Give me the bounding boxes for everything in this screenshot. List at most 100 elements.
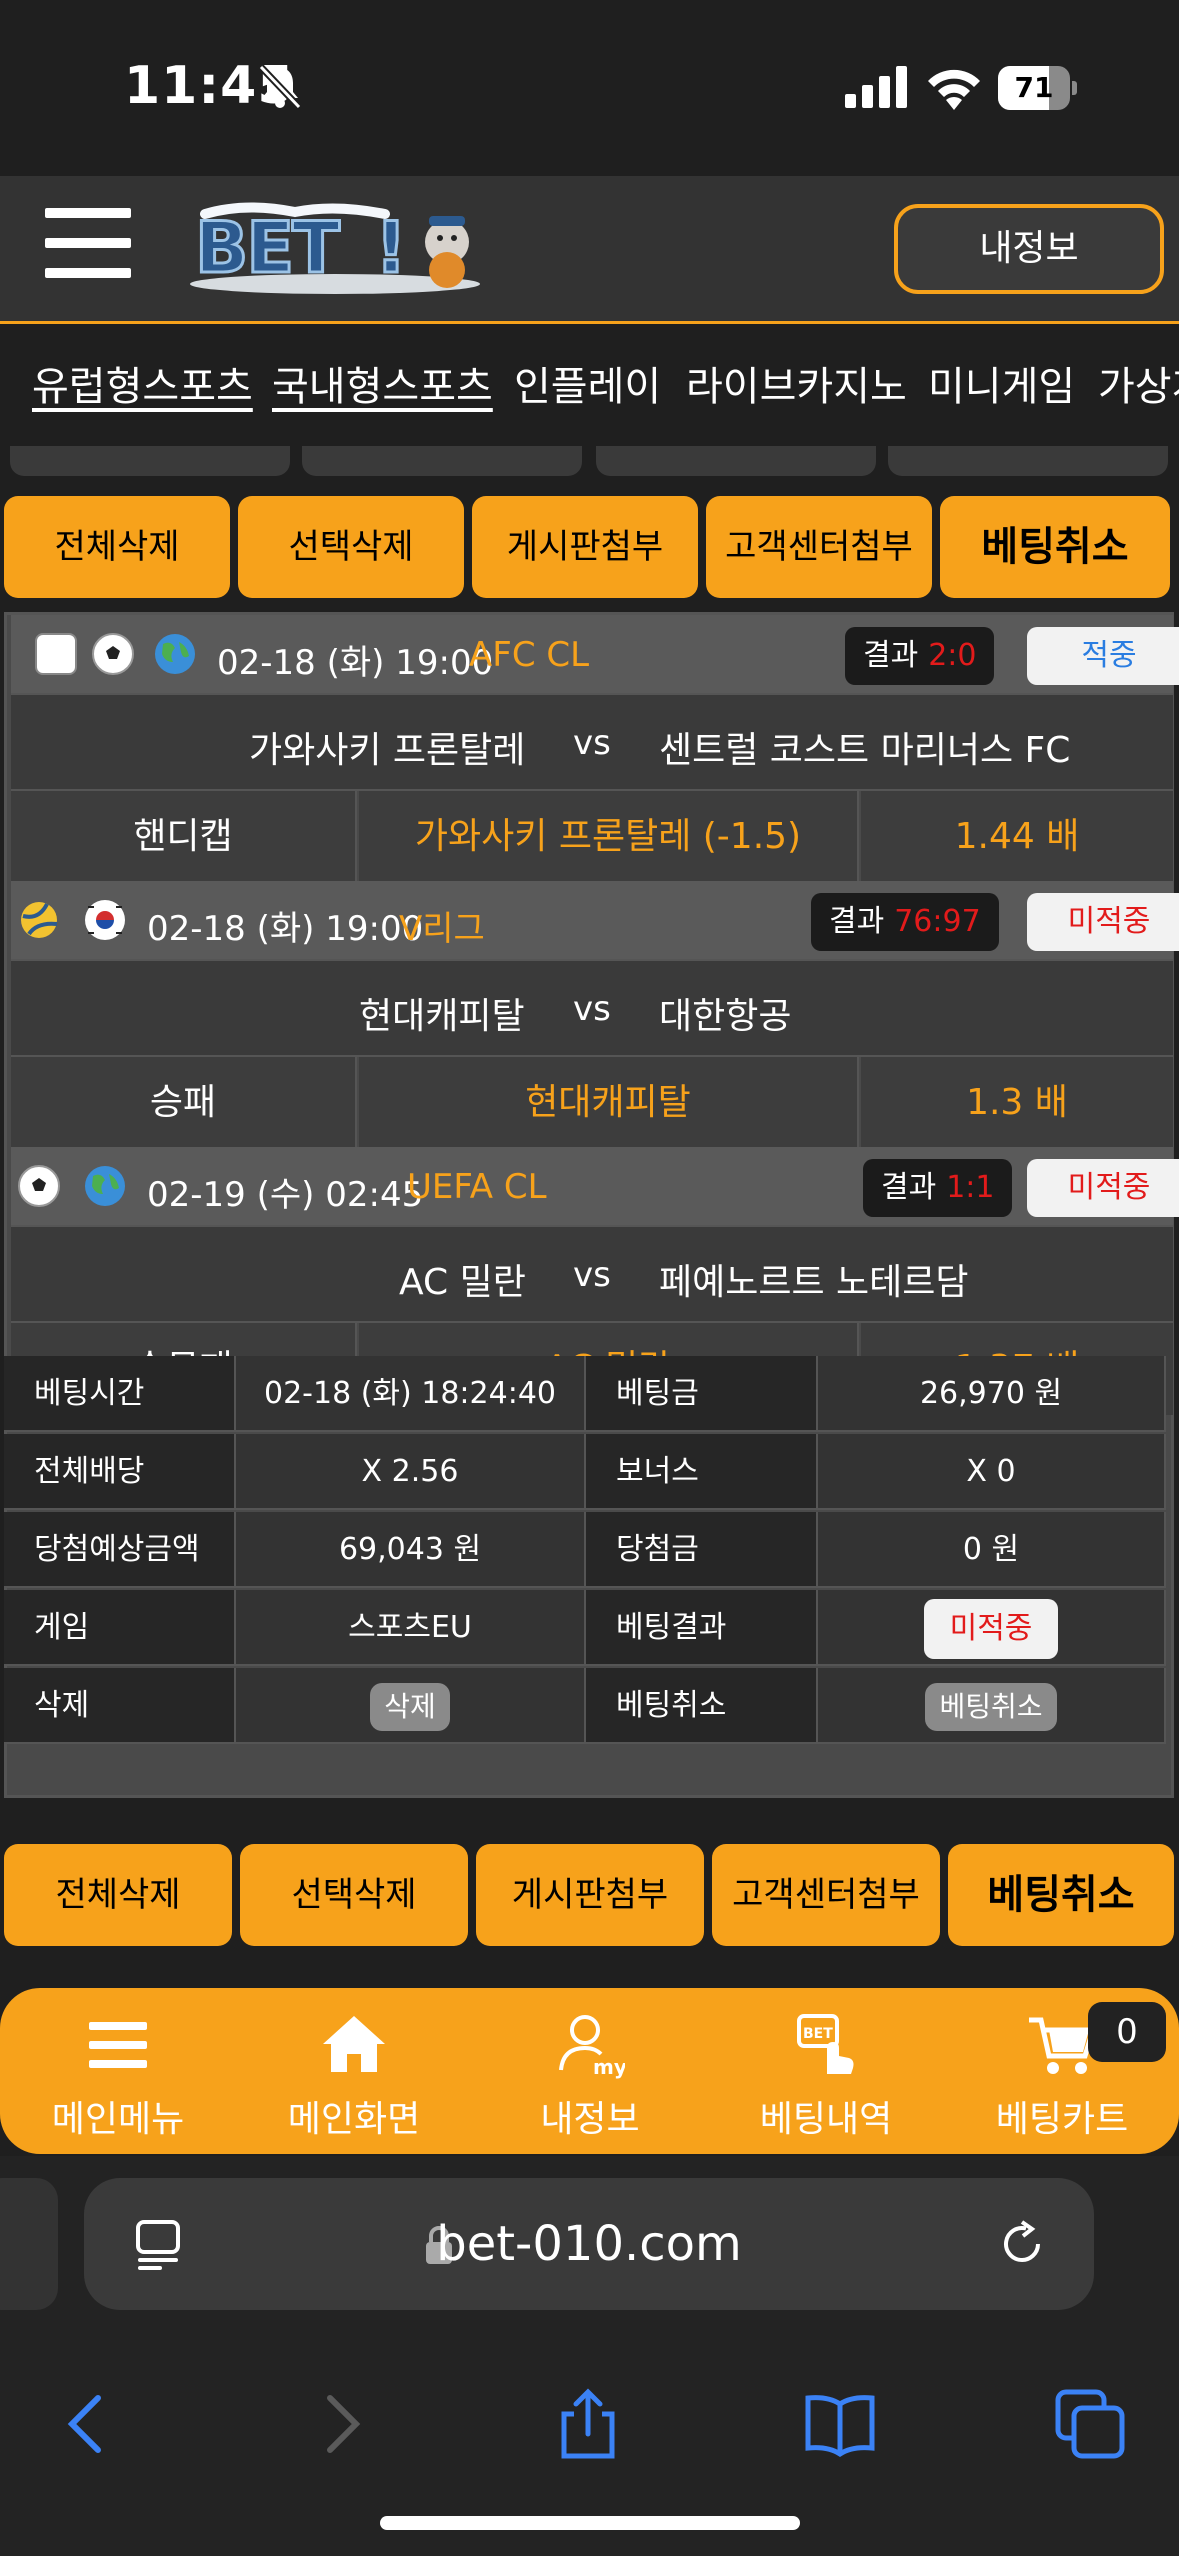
- bottom-nav-home[interactable]: 메인화면: [236, 1988, 472, 2154]
- url-text: bet-010.com: [436, 2216, 742, 2272]
- bet-pick: 가와사키 프론탈레 (-1.5): [359, 791, 859, 883]
- match-score: 1:1: [946, 1170, 995, 1205]
- attach-board-button[interactable]: 게시판첨부: [476, 1844, 704, 1946]
- bottom-nav-main-menu[interactable]: 메인메뉴: [0, 1988, 236, 2154]
- bookmarks-icon[interactable]: [802, 2386, 878, 2462]
- battery-icon: 71: [998, 66, 1078, 110]
- site-logo[interactable]: BET !: [185, 198, 505, 298]
- league-name: UEFA CL: [407, 1167, 547, 1207]
- bottom-nav-bet-history[interactable]: BET 베팅내역: [708, 1988, 944, 2154]
- match-status-badge: 미적중: [1027, 893, 1179, 951]
- match-teams: 현대캐피탈 vs 대한항공: [11, 959, 1173, 1055]
- globe-icon: [155, 634, 195, 674]
- bottom-nav-my-info[interactable]: my 내정보: [472, 1988, 708, 2154]
- cancel-bet-button[interactable]: 베팅취소: [940, 496, 1170, 598]
- delete-all-button[interactable]: 전체삭제: [4, 1844, 232, 1946]
- game-value: 스포츠EU: [236, 1590, 586, 1666]
- bet-history-icon: BET: [797, 2014, 854, 2074]
- address-bar[interactable]: bet-010.com: [84, 2178, 1094, 2310]
- bet-result-cell: 미적중: [818, 1590, 1166, 1666]
- delete-bet-button[interactable]: 삭제: [370, 1682, 450, 1731]
- home-team: 현대캐피탈: [359, 996, 525, 1037]
- cart-count-badge: 0: [1088, 2002, 1166, 2062]
- browser-chrome: bet-010.com: [0, 2156, 1179, 2556]
- share-icon[interactable]: [550, 2386, 626, 2462]
- info-row: 베팅시간 02-18 (화) 18:24:40 베팅금 26,970 원: [4, 1356, 1166, 1432]
- nav-virtual-game[interactable]: 가상게: [1098, 354, 1179, 412]
- info-label: 게임: [4, 1590, 236, 1666]
- info-label: 전체배당: [4, 1434, 236, 1510]
- match-status-badge: 적중: [1027, 627, 1179, 685]
- info-label: 삭제: [4, 1668, 236, 1744]
- scrolled-tab-stubs: [0, 446, 1179, 476]
- match-score: 76:97: [894, 904, 981, 939]
- action-row-bottom: 전체삭제 선택삭제 게시판첨부 고객센터첨부 베팅취소: [0, 1844, 1179, 1946]
- bet-time-value: 02-18 (화) 18:24:40: [236, 1356, 586, 1432]
- home-team: 가와사키 프론탈레: [249, 730, 526, 771]
- soccer-ball-icon: [92, 633, 134, 675]
- forward-icon[interactable]: [302, 2386, 378, 2462]
- away-team: 센트럴 코스트 마리너스 FC: [659, 730, 1071, 771]
- match-header: 02-18 (화) 19:00 V리그 결과 76:97 미적중: [11, 881, 1179, 959]
- reload-icon[interactable]: [996, 2218, 1048, 2270]
- attach-support-button[interactable]: 고객센터첨부: [712, 1844, 940, 1946]
- bet-odds: 1.44 배: [861, 791, 1173, 883]
- match-status-badge: 미적중: [1027, 1159, 1179, 1217]
- back-icon[interactable]: [50, 2386, 126, 2462]
- league-name: AFC CL: [469, 635, 590, 675]
- attach-support-button[interactable]: 고객센터첨부: [706, 496, 932, 598]
- expected-win-value: 69,043 원: [236, 1512, 586, 1588]
- svg-text:BET: BET: [195, 207, 340, 289]
- info-label: 베팅시간: [4, 1356, 236, 1432]
- match-teams: AC 밀란 vs 페예노르트 노테르담: [11, 1225, 1173, 1321]
- nav-inplay[interactable]: 인플레이: [514, 354, 661, 412]
- nav-minigame[interactable]: 미니게임: [928, 354, 1075, 412]
- delete-all-button[interactable]: 전체삭제: [4, 496, 230, 598]
- nav-european-sports[interactable]: 유럽형스포츠: [32, 354, 253, 412]
- previous-tab-preview[interactable]: [0, 2178, 58, 2310]
- delete-selected-button[interactable]: 선택삭제: [238, 496, 464, 598]
- site-header: BET ! 내정보: [0, 176, 1179, 324]
- info-label: 베팅금: [586, 1356, 818, 1432]
- away-team: 대한항공: [659, 996, 792, 1037]
- cancel-this-bet-button[interactable]: 베팅취소: [925, 1682, 1057, 1731]
- cancel-cell: 베팅취소: [818, 1668, 1166, 1744]
- cart-icon: [1029, 2017, 1097, 2074]
- match-score: 2:0: [928, 638, 977, 673]
- info-row: 삭제 삭제 베팅취소 베팅취소: [4, 1668, 1166, 1744]
- match-datetime: 02-18 (화) 19:00: [147, 909, 424, 949]
- delete-selected-button[interactable]: 선택삭제: [240, 1844, 468, 1946]
- svg-text:my: my: [593, 2055, 625, 2079]
- league-name: V리그: [399, 909, 485, 949]
- home-icon: [323, 2016, 385, 2072]
- attach-board-button[interactable]: 게시판첨부: [472, 496, 698, 598]
- match-datetime: 02-19 (수) 02:45: [147, 1175, 424, 1215]
- wifi-icon: [928, 69, 980, 110]
- bet-selection-row: 핸디캡 가와사키 프론탈레 (-1.5) 1.44 배: [11, 789, 1173, 883]
- bottom-nav: 메인메뉴 메인화면 my 내정보 BET 베팅내역 베팅카트: [0, 1988, 1179, 2154]
- home-team: AC 밀란: [399, 1262, 526, 1303]
- nav-live-casino[interactable]: 라이브카지노: [686, 354, 907, 412]
- info-label: 당첨예상금액: [4, 1512, 236, 1588]
- home-indicator[interactable]: [380, 2516, 800, 2530]
- hamburger-menu-icon[interactable]: [45, 208, 131, 280]
- bet-amount-value: 26,970 원: [818, 1356, 1166, 1432]
- delete-cell: 삭제: [236, 1668, 586, 1744]
- market-type: 승패: [11, 1057, 357, 1149]
- my-info-button[interactable]: 내정보: [894, 204, 1164, 294]
- info-label: 당첨금: [586, 1512, 818, 1588]
- tabs-icon[interactable]: [1052, 2386, 1128, 2462]
- vs-label: vs: [573, 723, 611, 763]
- volleyball-icon: [21, 902, 58, 938]
- cancel-bet-button[interactable]: 베팅취소: [948, 1844, 1174, 1946]
- total-odds-value: X 2.56: [236, 1434, 586, 1510]
- select-checkbox[interactable]: [35, 633, 77, 675]
- menu-icon: [89, 2022, 147, 2068]
- result-badge: 결과 1:1: [863, 1159, 1013, 1217]
- match-header: 02-18 (화) 19:00 AFC CL 결과 2:0 적중: [11, 615, 1179, 693]
- match-teams: 가와사키 프론탈레 vs 센트럴 코스트 마리너스 FC: [11, 693, 1173, 789]
- away-team: 페예노르트 노테르담: [659, 1262, 969, 1303]
- result-badge: 결과 76:97: [811, 893, 999, 951]
- market-type: 핸디캡: [11, 791, 357, 883]
- nav-domestic-sports[interactable]: 국내형스포츠: [272, 354, 493, 412]
